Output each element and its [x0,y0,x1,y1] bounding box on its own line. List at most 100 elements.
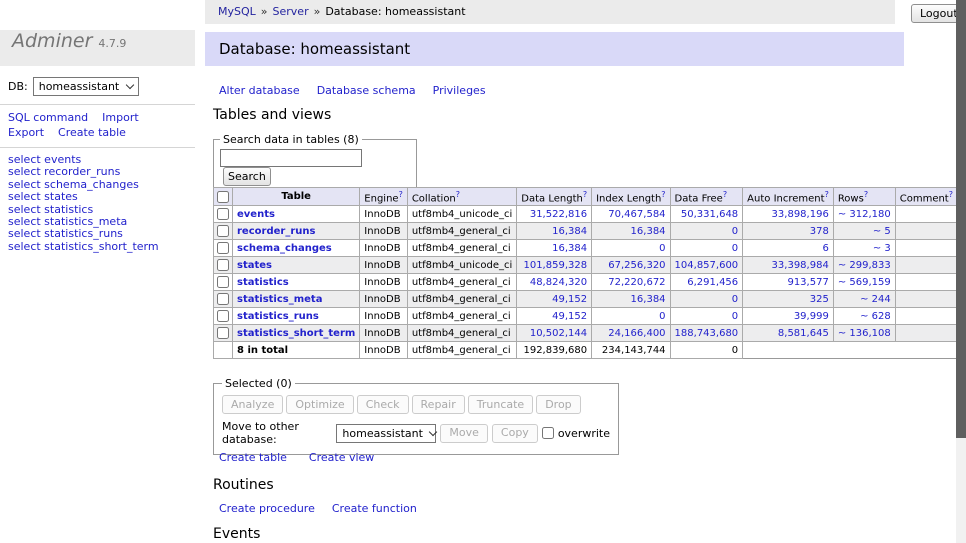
table-link-statistics-meta[interactable]: statistics_meta [237,294,322,305]
move-db-select[interactable]: homeassistant [336,424,436,443]
data-length-link[interactable]: 16,384 [552,243,587,254]
index-length-link[interactable]: 16,384 [631,226,666,237]
auto-increment-link[interactable]: 8,581,645 [778,328,829,339]
data-length-link[interactable]: 49,152 [552,311,587,322]
sidebar-link-select-recorder-runs[interactable]: select recorder_runs [8,166,159,178]
data-free-link[interactable]: 188,743,680 [675,328,739,339]
help-link[interactable]: ? [456,190,460,199]
table-link-statistics-runs[interactable]: statistics_runs [237,311,319,322]
table-link-statistics[interactable]: statistics [237,277,289,288]
footer-link-create-table[interactable]: Create table [219,451,287,464]
analyze-button[interactable]: Analyze [222,395,283,414]
routine-link-create-procedure[interactable]: Create procedure [219,502,315,515]
data-length-link[interactable]: 48,824,320 [530,277,587,288]
index-length-link[interactable]: 72,220,672 [608,277,665,288]
cell-engine: InnoDB [360,274,408,291]
search-input[interactable] [220,149,362,167]
data-free-link[interactable]: 104,857,600 [675,260,739,271]
table-link-schema-changes[interactable]: schema_changes [237,243,332,254]
db-link-alter-database[interactable]: Alter database [219,84,300,97]
sidebar-action-export[interactable]: Export [8,126,44,139]
data-free-link[interactable]: 0 [732,311,738,322]
auto-increment-link[interactable]: 6 [822,243,828,254]
index-length-link[interactable]: 0 [659,243,665,254]
drop-button[interactable]: Drop [536,395,580,414]
table-link-recorder-runs[interactable]: recorder_runs [237,226,315,237]
data-length-link[interactable]: 10,502,144 [530,328,587,339]
truncate-button[interactable]: Truncate [468,395,533,414]
sidebar-action-sql-command[interactable]: SQL command [8,111,88,124]
help-link[interactable]: ? [583,190,587,199]
rows-link[interactable]: ~ 5 [873,226,891,237]
auto-increment-link[interactable]: 33,398,984 [772,260,829,271]
move-db-select-value: homeassistant [342,427,423,440]
table-link-statistics-short-term[interactable]: statistics_short_term [237,328,355,339]
data-free-link[interactable]: 0 [732,294,738,305]
data-length-link[interactable]: 31,522,816 [530,209,587,220]
help-link[interactable]: ? [825,190,829,199]
rows-link[interactable]: ~ 569,159 [838,277,891,288]
data-free-link[interactable]: 0 [732,243,738,254]
rows-link[interactable]: ~ 628 [860,311,891,322]
sidebar-link-select-statistics-short-term[interactable]: select statistics_short_term [8,241,159,253]
rows-link[interactable]: ~ 3 [873,243,891,254]
sidebar-link-select-states[interactable]: select states [8,191,159,203]
data-free-link[interactable]: 50,331,648 [681,209,738,220]
row-checkbox[interactable] [217,242,229,254]
optimize-button[interactable]: Optimize [286,395,353,414]
cell-auto-increment: 33,398,984 [743,257,834,274]
footer-link-create-view[interactable]: Create view [309,451,374,464]
index-length-link[interactable]: 24,166,400 [608,328,665,339]
rows-link[interactable]: ~ 299,833 [838,260,891,271]
scrollbar-thumb[interactable] [956,0,966,438]
sidebar-link-select-statistics-runs[interactable]: select statistics_runs [8,228,159,240]
data-length-link[interactable]: 16,384 [552,226,587,237]
auto-increment-link[interactable]: 39,999 [794,311,829,322]
index-length-link[interactable]: 16,384 [631,294,666,305]
row-checkbox[interactable] [217,276,229,288]
auto-increment-link[interactable]: 33,898,196 [772,209,829,220]
row-checkbox[interactable] [217,293,229,305]
data-free-link[interactable]: 6,291,456 [687,277,738,288]
select-all-checkbox[interactable] [217,191,229,203]
help-link[interactable]: ? [661,190,665,199]
rows-link[interactable]: ~ 244 [860,294,891,305]
auto-increment-link[interactable]: 378 [810,226,829,237]
help-link[interactable]: ? [399,190,403,199]
cell-data-length: 101,859,328 [517,257,592,274]
auto-increment-link[interactable]: 325 [810,294,829,305]
row-checkbox[interactable] [217,259,229,271]
repair-button[interactable]: Repair [412,395,465,414]
sidebar-action-import[interactable]: Import [102,111,139,124]
data-length-link[interactable]: 101,859,328 [523,260,587,271]
db-link-privileges[interactable]: Privileges [433,84,486,97]
move-button[interactable]: Move [440,424,488,443]
row-checkbox[interactable] [217,310,229,322]
table-link-states[interactable]: states [237,260,272,271]
rows-link[interactable]: ~ 136,108 [838,328,891,339]
auto-increment-link[interactable]: 913,577 [787,277,828,288]
data-free-link[interactable]: 0 [732,226,738,237]
search-button[interactable]: Search [223,167,271,186]
sidebar-action-create-table[interactable]: Create table [58,126,126,139]
table-link-events[interactable]: events [237,209,275,220]
index-length-link[interactable]: 70,467,584 [608,209,665,220]
row-checkbox[interactable] [217,225,229,237]
db-select[interactable]: homeassistant [33,77,139,96]
overwrite-checkbox[interactable] [542,427,554,439]
breadcrumb-server-link[interactable]: Server [273,5,309,18]
db-link-database-schema[interactable]: Database schema [317,84,416,97]
index-length-link[interactable]: 0 [659,311,665,322]
routine-link-create-function[interactable]: Create function [332,502,417,515]
rows-link[interactable]: ~ 312,180 [838,209,891,220]
check-button[interactable]: Check [357,395,409,414]
data-length-link[interactable]: 49,152 [552,294,587,305]
row-checkbox[interactable] [217,208,229,220]
row-checkbox[interactable] [217,327,229,339]
help-link[interactable]: ? [864,190,868,199]
index-length-link[interactable]: 67,256,320 [608,260,665,271]
help-link[interactable]: ? [723,190,727,199]
copy-button[interactable]: Copy [492,424,538,443]
help-link[interactable]: ? [949,190,953,199]
breadcrumb-mysql-link[interactable]: MySQL [218,5,256,18]
